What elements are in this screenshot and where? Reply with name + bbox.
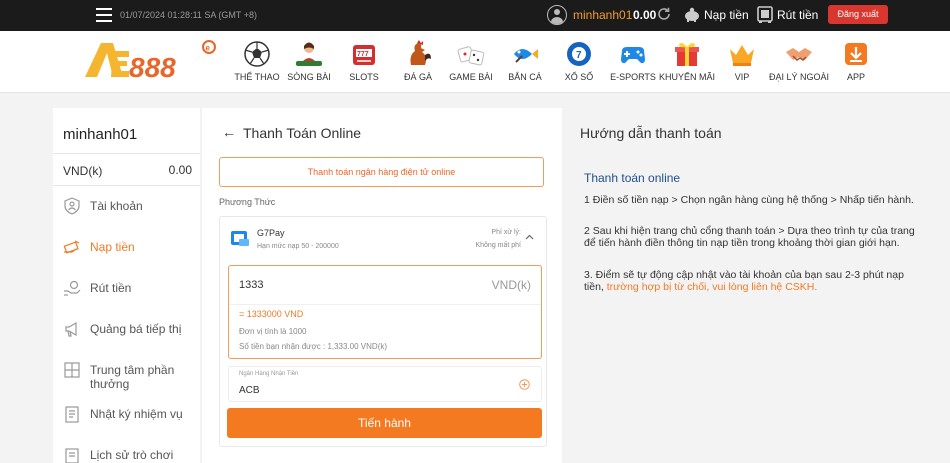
payment-provider-card: G7Pay Hạn mức nạp 50 - 200000 Phí xử lý:… [219,216,547,447]
page-title: Thanh Toán Online [243,125,362,141]
gift-icon [675,42,699,66]
menu-icon[interactable] [96,8,112,22]
game-history-icon [65,448,79,463]
sidebar-balance-row: VND(k) 0.00 [53,153,200,186]
guide-subtitle: Thanh toán online [584,171,681,185]
sidebar-item-withdraw[interactable]: Rút tiền [53,272,200,306]
handshake-icon [786,48,812,61]
sidebar-item-account[interactable]: Tài khoản [53,190,200,224]
sidebar-username: minhanh01 [63,126,138,143]
divider [229,304,541,305]
megaphone-icon [65,321,77,337]
provider-name: G7Pay [257,228,285,238]
method-label: Phương Thức [219,197,276,207]
proceed-button[interactable]: Tiến hành [227,408,542,438]
refresh-icon[interactable] [656,6,672,22]
withdraw-hand-icon [64,280,81,296]
gamepad-icon [621,47,645,64]
avatar-icon[interactable] [547,5,567,25]
nav-app[interactable]: APP [821,39,891,82]
deposit-money-icon [63,240,80,254]
guide-title: Hướng dẫn thanh toán [580,125,722,141]
guide-step-3: 3. Điểm sẽ tự động cập nhật vào tài khoả… [584,269,920,293]
provider-limit: Hạn mức nạp 50 - 200000 [257,243,339,250]
fish-icon [514,49,538,63]
receive-amount: Số tiền bạn nhận được : 1,333.00 VND(k) [239,342,388,351]
sidebar-item-task-log[interactable]: Nhật ký nhiệm vụ [53,398,200,432]
bank-value: ACB [239,385,260,396]
guide-step-1: 1 Điền số tiền nạp > Chọn ngân hàng cùng… [584,194,914,206]
fee-label: Phí xử lý: [491,229,521,236]
download-icon [845,43,867,65]
amount-unit: VND(k) [491,278,531,292]
sidebar-item-game-history[interactable]: Lịch sử trò chơi [53,439,200,463]
topbar-balance: 0.00 [633,8,657,22]
bank-transfer-icon [231,231,249,246]
svg-text:777: 777 [357,51,369,58]
bank-label: Ngân Hàng Nhận Tiền [239,371,299,377]
amount-input[interactable] [230,267,470,303]
logout-button[interactable]: Đăng xuất [828,5,888,24]
amount-section: VND(k) = 1333000 VND Đơn vị tính là 1000… [228,265,542,359]
soccer-ball-icon [244,41,270,67]
unit-info: Đơn vị tính là 1000 [239,327,307,336]
account-sidebar: minhanh01 VND(k) 0.00 Tài khoản Nạp tiền… [53,108,200,463]
task-log-icon [65,406,79,423]
topbar-username[interactable]: minhanh01 [573,8,632,22]
svg-text:7: 7 [576,50,582,61]
crown-icon [730,45,754,66]
slot-machine-icon: 777 [353,45,375,65]
back-arrow-icon[interactable]: ← [222,124,236,140]
lottery-ball-icon: 7 [567,42,591,66]
top-bar: 01/07/2024 01:28:11 SA (GMT +8) minhanh0… [0,0,950,31]
receiving-bank-select[interactable]: Ngân Hàng Nhận Tiền ACB [228,366,542,402]
svg-text:e: e [206,44,211,53]
rooster-icon [410,40,431,65]
guide-step-2: 2 Sau khi hiện trang chủ cổng thanh toán… [584,225,915,249]
sidebar-item-deposit[interactable]: Nạp tiền [53,231,200,265]
datetime: 01/07/2024 01:28:11 SA (GMT +8) [120,10,258,20]
sidebar-item-marketing[interactable]: Quảng bá tiếp thị [53,313,200,347]
topbar-deposit-link[interactable]: Nạp tiền [704,8,749,22]
sidebar-item-rewards[interactable]: Trung tâm phần thưởng [53,354,200,391]
sidebar-balance: 0.00 [168,163,192,177]
main-header: 888 e THỂ THAO SÒNG BÀI 777 SLOTS ĐÁ GÀ … [0,31,950,93]
safe-icon[interactable] [757,6,773,23]
shield-user-icon [64,197,80,215]
chevron-up-icon[interactable] [525,233,534,242]
contact-support-link[interactable]: trường hợp bị từ chối, vui lòng liên hệ … [607,281,818,293]
payment-panel: ← Thanh Toán Online Thanh toán ngân hàng… [202,108,562,463]
converted-amount: = 1333000 VND [239,309,304,319]
casino-dealer-icon [296,42,322,66]
plus-circle-icon[interactable] [519,379,530,390]
dice-icon [457,46,485,66]
topbar-withdraw-link[interactable]: Rút tiền [777,8,818,22]
currency-label: VND(k) [63,164,103,178]
payment-method-option[interactable]: Thanh toán ngân hàng điện tử online [219,157,544,187]
svg-text:888: 888 [129,52,176,83]
piggy-bank-icon[interactable] [683,6,701,24]
ae888-logo[interactable]: 888 e [83,37,223,85]
fee-value: Không mất phí [475,242,521,249]
reward-center-icon [64,362,80,378]
